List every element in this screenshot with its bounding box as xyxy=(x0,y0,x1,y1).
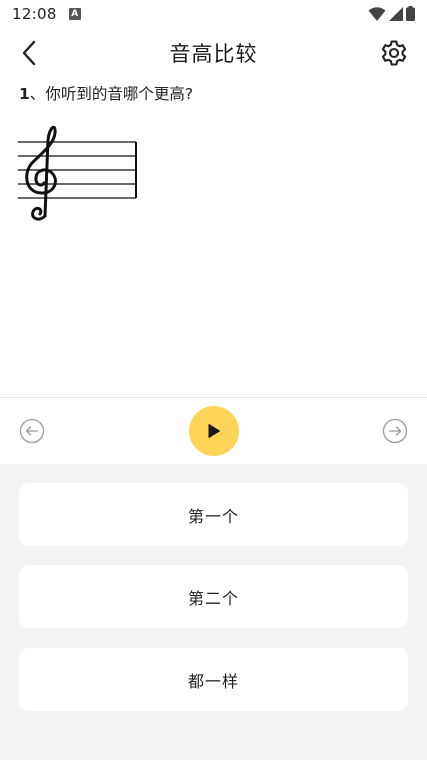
cellular-signal-icon xyxy=(389,6,403,21)
status-time: 12:08 xyxy=(12,5,57,23)
option-second-button[interactable]: 第二个 xyxy=(19,565,408,628)
option-same-button[interactable]: 都一样 xyxy=(19,648,408,711)
wifi-icon xyxy=(368,6,386,21)
app-bar: 音高比较 xyxy=(0,28,427,78)
status-icons xyxy=(368,6,415,21)
divider xyxy=(0,397,427,398)
gear-icon xyxy=(381,40,407,66)
page-title: 音高比较 xyxy=(169,42,258,66)
question-separator: 、 xyxy=(29,85,46,103)
battery-icon xyxy=(406,6,415,21)
question-body: 你听到的音哪个更高? xyxy=(45,85,194,103)
play-button[interactable] xyxy=(189,406,239,456)
arrow-left-circle-icon xyxy=(19,418,45,444)
question-text: 1、你听到的音哪个更高? xyxy=(19,82,193,104)
status-bar: 12:08 A xyxy=(0,0,427,28)
staff-lines xyxy=(18,141,136,199)
question-number: 1 xyxy=(19,85,30,103)
music-staff xyxy=(18,125,137,221)
next-button[interactable] xyxy=(382,418,408,444)
notification-icon: A xyxy=(68,8,81,20)
arrow-right-circle-icon xyxy=(382,418,408,444)
settings-button[interactable] xyxy=(377,36,411,70)
play-icon xyxy=(208,424,220,438)
treble-clef-icon xyxy=(25,125,57,221)
previous-button[interactable] xyxy=(19,418,45,444)
options-panel: 第一个 第二个 都一样 xyxy=(0,464,427,760)
option-first-button[interactable]: 第一个 xyxy=(19,483,408,546)
